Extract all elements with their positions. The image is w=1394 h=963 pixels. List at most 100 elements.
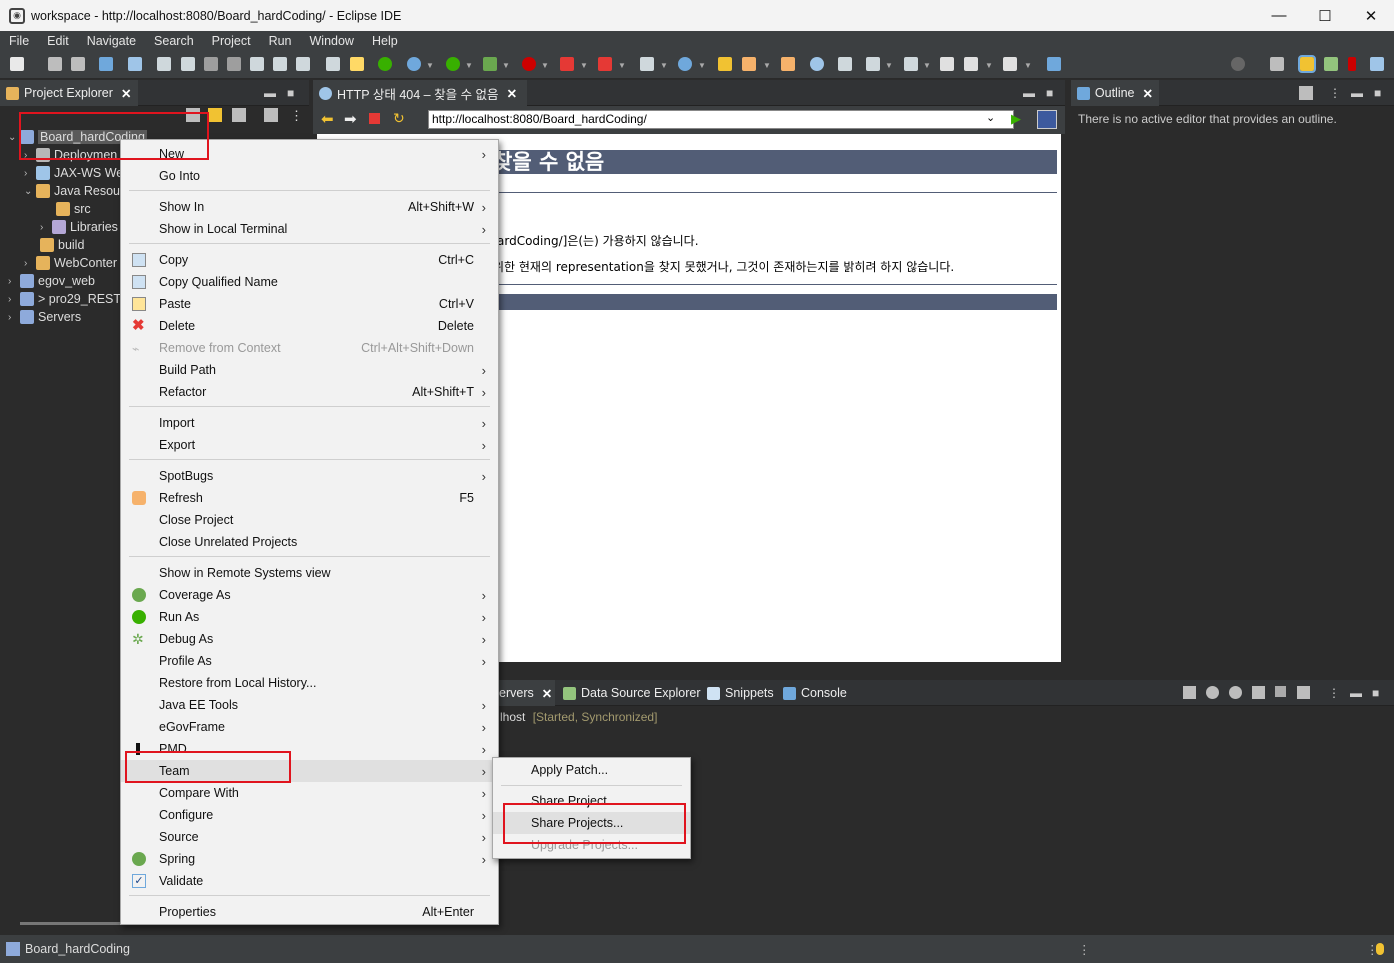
- menu-help[interactable]: Help: [363, 34, 407, 48]
- menu-item-delete[interactable]: ✖ Delete Delete: [121, 315, 498, 337]
- menu-item-configure[interactable]: Configure ›: [121, 804, 498, 826]
- menu-item-import[interactable]: Import ›: [121, 412, 498, 434]
- menu-item-egovframe[interactable]: eGovFrame ›: [121, 716, 498, 738]
- minimize-view-icon[interactable]: ▬: [1350, 686, 1362, 700]
- stop-icon[interactable]: [560, 57, 574, 71]
- menu-item-new[interactable]: New ›: [121, 143, 498, 165]
- toggle-icon[interactable]: [326, 57, 340, 71]
- search-icon[interactable]: [1231, 57, 1245, 71]
- profile-server-icon[interactable]: [1252, 686, 1265, 699]
- focus-icon[interactable]: [1299, 86, 1313, 100]
- menu-file[interactable]: File: [0, 34, 38, 48]
- terminal-icon[interactable]: [99, 57, 113, 71]
- close-tab-icon[interactable]: ✕: [542, 686, 552, 701]
- maximize-view-icon[interactable]: ■: [1372, 686, 1379, 700]
- expand-arrow-icon[interactable]: ⌄: [24, 186, 36, 197]
- view-menu-icon[interactable]: ⋮: [1329, 86, 1341, 100]
- menu-item-close-project[interactable]: Close Project: [121, 509, 498, 531]
- expand-arrow-icon[interactable]: ›: [24, 258, 36, 269]
- minimize-view-icon[interactable]: ▬: [1023, 86, 1035, 100]
- menu-edit[interactable]: Edit: [38, 34, 78, 48]
- ant-icon[interactable]: [350, 57, 364, 71]
- menu-item-coverage-as[interactable]: Coverage As ›: [121, 584, 498, 606]
- menu-item-show-in[interactable]: Show In Alt+Shift+W ›: [121, 196, 498, 218]
- lightbulb-icon[interactable]: [1376, 943, 1384, 955]
- menu-item-debug-as[interactable]: ✲ Debug As ›: [121, 628, 498, 650]
- tab-snippets[interactable]: Snippets: [701, 680, 780, 706]
- menu-item-spotbugs[interactable]: SpotBugs ›: [121, 465, 498, 487]
- globe-icon[interactable]: [810, 57, 824, 71]
- tree-item-src[interactable]: src: [44, 200, 91, 218]
- java-perspective-icon[interactable]: [1324, 57, 1338, 71]
- menu-item-spring[interactable]: Spring ›: [121, 848, 498, 870]
- close-tab-icon[interactable]: ✕: [507, 86, 517, 101]
- minimize-view-icon[interactable]: ▬: [264, 86, 276, 100]
- terminate-icon[interactable]: [204, 57, 218, 71]
- forward-arrow-icon[interactable]: ➡: [344, 110, 357, 128]
- open-type-icon[interactable]: [718, 57, 732, 71]
- expand-arrow-icon[interactable]: ›: [40, 222, 52, 233]
- server-row[interactable]: lhost [Started, Synchronized]: [500, 710, 657, 724]
- link-with-editor-icon[interactable]: [208, 108, 222, 122]
- tree-item-egov-web[interactable]: › egov_web: [8, 272, 95, 290]
- debug-perspective-icon[interactable]: [1370, 57, 1384, 71]
- expand-arrow-icon[interactable]: ›: [8, 312, 20, 323]
- coverage-icon[interactable]: [483, 57, 497, 71]
- pmd-perspective-icon[interactable]: [1348, 57, 1356, 71]
- menu-item-java-ee-tools[interactable]: Java EE Tools ›: [121, 694, 498, 716]
- menu-item-run-as[interactable]: Run As ›: [121, 606, 498, 628]
- url-dropdown-icon[interactable]: ⌄: [986, 111, 995, 124]
- menu-item-close-unrelated-projects[interactable]: Close Unrelated Projects: [121, 531, 498, 553]
- tab-servers[interactable]: ervers ✕: [493, 680, 555, 706]
- tree-item-deployment[interactable]: › Deploymen: [24, 146, 117, 164]
- focus-icon[interactable]: [264, 108, 278, 122]
- open-perspective-icon[interactable]: [1270, 57, 1284, 71]
- tab-http-404[interactable]: HTTP 상태 404 – 찾을 수 없음 ✕: [313, 80, 527, 106]
- next-annotation-icon[interactable]: [866, 57, 880, 71]
- new-icon[interactable]: [10, 57, 24, 71]
- menu-navigate[interactable]: Navigate: [78, 34, 145, 48]
- jee-perspective-icon[interactable]: [1298, 55, 1316, 73]
- minimize-view-icon[interactable]: ▬: [1351, 86, 1363, 100]
- menu-search[interactable]: Search: [145, 34, 203, 48]
- menu-item-source[interactable]: Source ›: [121, 826, 498, 848]
- tree-item-build[interactable]: build: [28, 236, 84, 254]
- menu-item-refactor[interactable]: Refactor Alt+Shift+T ›: [121, 381, 498, 403]
- expand-arrow-icon[interactable]: ›: [24, 150, 36, 161]
- close-tab-icon[interactable]: ✕: [1143, 86, 1153, 101]
- profile-icon[interactable]: [522, 57, 536, 71]
- run-icon[interactable]: [446, 57, 460, 71]
- menu-item-pmd[interactable]: PMD ›: [121, 738, 498, 760]
- expand-arrow-icon[interactable]: ›: [8, 276, 20, 287]
- go-icon[interactable]: ▶: [1011, 111, 1021, 127]
- tree-item-webcontent[interactable]: › WebConter: [24, 254, 117, 272]
- suspend-icon[interactable]: [181, 57, 195, 71]
- menu-item-properties[interactable]: Properties Alt+Enter: [121, 901, 498, 923]
- step-over-icon[interactable]: [273, 57, 287, 71]
- expand-arrow-icon[interactable]: ⌄: [8, 132, 20, 143]
- pin-icon[interactable]: [1047, 57, 1061, 71]
- tab-project-explorer[interactable]: Project Explorer ✕: [0, 80, 138, 106]
- maximize-view-icon[interactable]: ■: [287, 86, 294, 100]
- search-files-icon[interactable]: [838, 57, 852, 71]
- step-return-icon[interactable]: [296, 57, 310, 71]
- status-menu-icon[interactable]: ⋮: [1078, 942, 1091, 957]
- debug-icon[interactable]: [407, 57, 421, 71]
- menu-project[interactable]: Project: [203, 34, 260, 48]
- save-all-icon[interactable]: [71, 57, 85, 71]
- expand-arrow-icon[interactable]: ›: [24, 168, 36, 179]
- menu-item-show-in-local-terminal[interactable]: Show in Local Terminal ›: [121, 218, 498, 240]
- menu-item-compare-with[interactable]: Compare With ›: [121, 782, 498, 804]
- tree-item-pro29-rest[interactable]: › > pro29_REST: [8, 290, 121, 308]
- maximize-button[interactable]: ☐: [1302, 0, 1348, 31]
- publish-icon[interactable]: [1297, 686, 1310, 699]
- expand-arrow-icon[interactable]: ›: [8, 294, 20, 305]
- tree-item-libraries[interactable]: › Libraries: [40, 218, 118, 236]
- server-start-icon[interactable]: [378, 57, 392, 71]
- view-menu-icon[interactable]: ⋮: [1328, 686, 1340, 700]
- menu-item-copy[interactable]: Copy Ctrl+C: [121, 249, 498, 271]
- tab-outline[interactable]: Outline ✕: [1071, 80, 1159, 106]
- save-icon[interactable]: [48, 57, 62, 71]
- menu-item-share-projects[interactable]: Share Projects...: [493, 812, 690, 834]
- menu-item-show-in-remote-systems[interactable]: Show in Remote Systems view: [121, 562, 498, 584]
